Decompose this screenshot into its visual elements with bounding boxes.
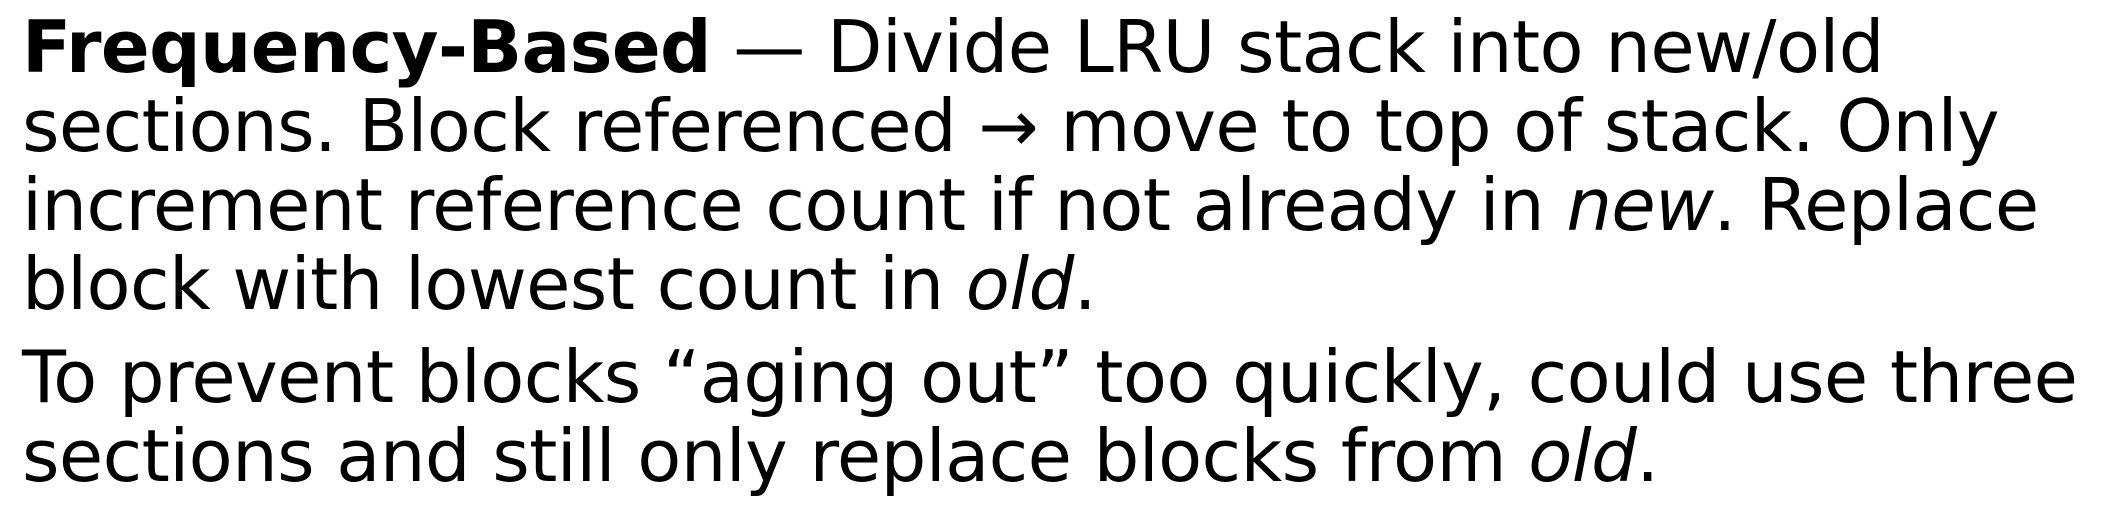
emphasis-new: new <box>1566 163 1714 247</box>
text-segment: . <box>1073 242 1097 326</box>
emphasis-old: old <box>965 242 1075 326</box>
paragraph-frequency-based: Frequency-Based — Divide LRU stack into … <box>22 8 2092 324</box>
emphasis-old: old <box>1528 414 1637 498</box>
text-segment: . <box>1636 414 1659 498</box>
term-frequency-based: Frequency-Based <box>22 5 712 89</box>
text-segment: To prevent blocks “aging out” too quickl… <box>22 335 2078 498</box>
paragraph-aging-out: To prevent blocks “aging out” too quickl… <box>22 338 2092 496</box>
slide-body: Frequency-Based — Divide LRU stack into … <box>22 8 2092 496</box>
